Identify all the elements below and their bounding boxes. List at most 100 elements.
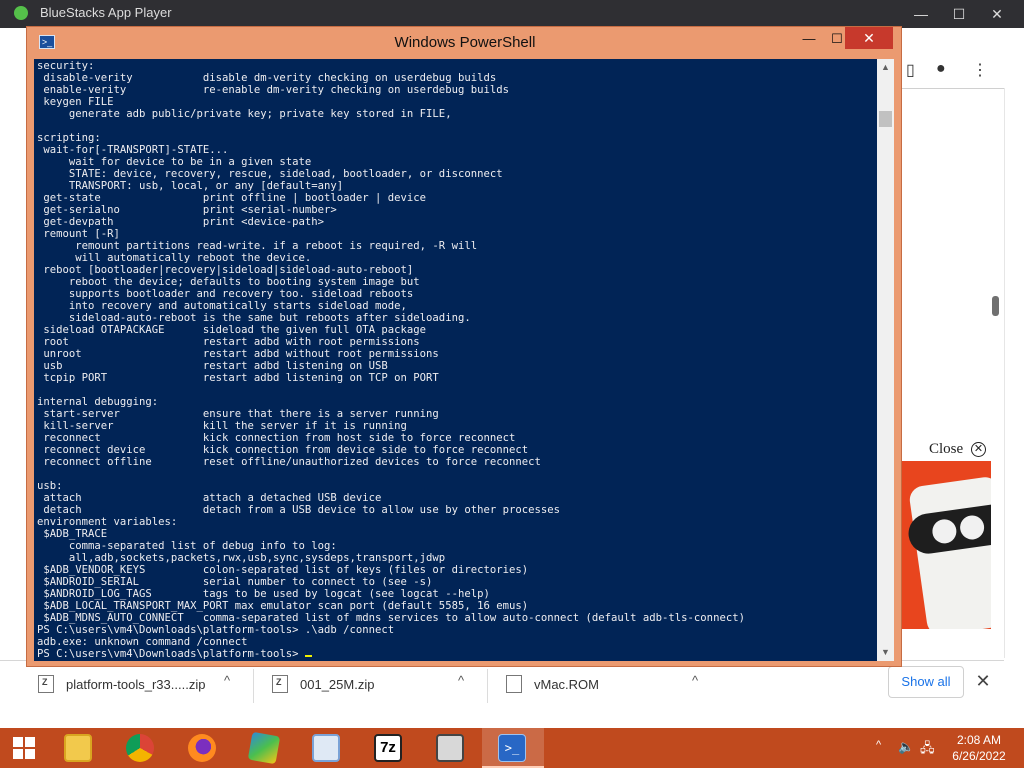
ad-close-button[interactable]: Close ✕: [902, 439, 991, 461]
sidebar-toggle-icon[interactable]: ▯: [906, 60, 915, 80]
console-line: get-devpath print <device-path>: [37, 216, 325, 228]
download-item[interactable]: vMac.ROM ^: [496, 661, 716, 711]
console-line: usb restart adbd listening on USB: [37, 360, 388, 372]
start-button[interactable]: [0, 728, 48, 768]
console-line: generate adb public/private key; private…: [37, 108, 452, 120]
taskbar-clock[interactable]: 2:08 AM 6/26/2022: [946, 732, 1012, 764]
console-line: remount [-R]: [37, 228, 120, 240]
taskbar-control-panel[interactable]: [296, 728, 358, 768]
console-line: enable-verity re-enable dm-verity checki…: [37, 84, 509, 96]
download-bar: platform-tools_r33.....zip ^ 001_25M.zip…: [0, 660, 1004, 710]
bluestacks-icon: [247, 731, 281, 765]
file-explorer-icon: [64, 734, 92, 762]
powershell-window: >_ Windows PowerShell — ☐ ✕ security: di…: [26, 26, 902, 667]
console-line: start-server ensure that there is a serv…: [37, 408, 439, 420]
divider: [487, 669, 488, 703]
bluestacks-close-button[interactable]: ✕: [978, 0, 1016, 28]
ad-footer: [902, 629, 991, 655]
zip-file-icon: [272, 675, 288, 693]
phone-icon: [905, 475, 991, 629]
minimize-button[interactable]: —: [795, 29, 823, 49]
ad-close-label: Close: [929, 441, 964, 457]
browser-scrollbar[interactable]: [1004, 88, 1018, 658]
browser-toolbar-right: ▯ ● ⋮: [900, 54, 1010, 88]
download-item-name: vMac.ROM: [534, 677, 599, 692]
console-line: get-serialno print <serial-number>: [37, 204, 337, 216]
bluestacks-logo-icon: [14, 6, 28, 20]
download-item[interactable]: platform-tools_r33.....zip ^: [28, 661, 248, 711]
chevron-up-icon[interactable]: ^: [458, 673, 464, 688]
volume-muted-icon[interactable]: 🔈: [898, 739, 914, 755]
profile-avatar-icon[interactable]: ●: [936, 60, 946, 78]
scrollbar-thumb[interactable]: [879, 111, 892, 127]
taskbar-chrome[interactable]: [110, 728, 172, 768]
console-line: attach attach a detached USB device: [37, 492, 382, 504]
console-lines: security: disable-verity disable dm-veri…: [37, 60, 745, 648]
console-line: PS C:\users\vm4\Downloads\platform-tools…: [37, 624, 395, 636]
console-line: $ANDROID_LOG_TAGS tags to be used by log…: [37, 588, 490, 600]
powershell-titlebar[interactable]: >_ Windows PowerShell — ☐ ✕: [27, 27, 901, 59]
close-circle-icon: ✕: [971, 442, 986, 457]
vmac-icon: [436, 734, 464, 762]
console-line: $ANDROID_SERIAL serial number to connect…: [37, 576, 433, 588]
clock-time: 2:08 AM: [956, 733, 1002, 747]
bluestacks-maximize-button[interactable]: ☐: [940, 0, 978, 28]
console-output: security: disable-verity disable dm-veri…: [37, 60, 745, 660]
text-cursor: [304, 655, 312, 657]
console-scrollbar[interactable]: ▲ ▼: [877, 59, 894, 661]
more-menu-icon[interactable]: ⋮: [972, 60, 988, 80]
taskbar-firefox[interactable]: [172, 728, 234, 768]
control-panel-icon: [312, 734, 340, 762]
console-line: wait-for[-TRANSPORT]-STATE...: [37, 144, 229, 156]
chevron-up-icon[interactable]: ^: [224, 673, 230, 688]
scroll-up-arrow-icon[interactable]: ▲: [877, 59, 894, 76]
console-line: all,adb,sockets,packets,rwx,usb,sync,sys…: [37, 552, 446, 564]
console-line: tcpip PORT restart adbd listening on TCP…: [37, 372, 439, 384]
close-download-bar-icon[interactable]: ✕: [972, 670, 994, 692]
taskbar-vmac[interactable]: [420, 728, 482, 768]
system-tray: 🔈 🖧: [894, 738, 944, 758]
browser-scrollbar-thumb[interactable]: [992, 296, 999, 316]
console-output-area[interactable]: security: disable-verity disable dm-veri…: [34, 59, 877, 661]
console-line: usb:: [37, 480, 63, 492]
download-item[interactable]: 001_25M.zip ^: [262, 661, 482, 711]
console-line: scripting:: [37, 132, 101, 144]
console-line: disable-verity disable dm-verity checkin…: [37, 72, 497, 84]
console-line: TRANSPORT: usb, local, or any [default=a…: [37, 180, 344, 192]
console-line: reconnect kick connection from host side…: [37, 432, 516, 444]
console-line: get-state print offline | bootloader | d…: [37, 192, 427, 204]
zip-file-icon: [38, 675, 54, 693]
console-line: security:: [37, 60, 95, 72]
console-line: reconnect offline reset offline/unauthor…: [37, 456, 541, 468]
ad-image[interactable]: [902, 461, 991, 629]
console-line: into recovery and automatically starts s…: [37, 300, 407, 312]
console-line: wait for device to be in a given state: [37, 156, 312, 168]
taskbar-file-explorer[interactable]: [48, 728, 110, 768]
console-line: kill-server kill the server if it is run…: [37, 420, 407, 432]
console-line: internal debugging:: [37, 396, 159, 408]
scroll-down-arrow-icon[interactable]: ▼: [877, 644, 894, 661]
show-hidden-icons-icon[interactable]: ^: [876, 739, 881, 751]
console-line: sideload OTAPACKAGE sideload the given f…: [37, 324, 427, 336]
taskbar-bluestacks[interactable]: [234, 728, 296, 768]
chevron-up-icon[interactable]: ^: [692, 673, 698, 688]
console-line: reboot the device; defaults to booting s…: [37, 276, 420, 288]
download-item-name: platform-tools_r33.....zip: [66, 677, 206, 692]
taskbar-powershell[interactable]: >_: [482, 728, 544, 768]
clock-date: 6/26/2022: [952, 749, 1006, 763]
chrome-icon: [126, 734, 154, 762]
network-icon[interactable]: 🖧: [920, 739, 935, 761]
windows-logo-icon: [13, 737, 23, 747]
console-line: environment variables:: [37, 516, 178, 528]
firefox-icon: [188, 734, 216, 762]
close-button[interactable]: ✕: [845, 27, 893, 49]
taskbar-7zip[interactable]: 7z: [358, 728, 420, 768]
console-line: reconnect device kick connection from de…: [37, 444, 529, 456]
console-line: root restart adbd with root permissions: [37, 336, 420, 348]
bluestacks-minimize-button[interactable]: —: [902, 0, 940, 28]
show-all-button[interactable]: Show all: [888, 666, 964, 698]
console-line: $ADB_VENDOR_KEYS colon-separated list of…: [37, 564, 529, 576]
window-title: Windows PowerShell: [394, 34, 536, 51]
